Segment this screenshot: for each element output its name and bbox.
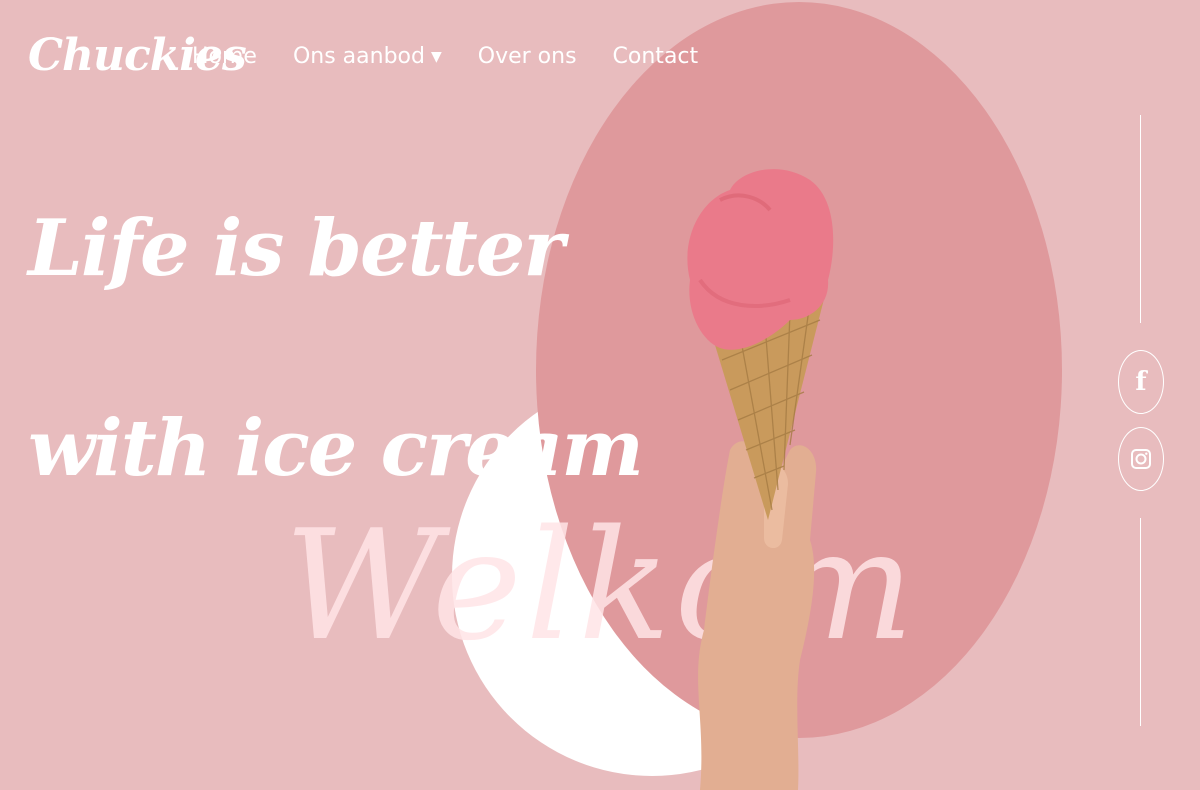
chevron-down-icon: ▼ xyxy=(430,48,442,65)
nav-item-over-ons[interactable]: Over ons xyxy=(478,44,577,69)
social-rail-line-top xyxy=(1140,115,1141,323)
nav-item-ons-aanbod[interactable]: Ons aanbod ▼ xyxy=(293,44,442,69)
facebook-link[interactable]: f xyxy=(1118,350,1164,414)
ice-cream-cone-image xyxy=(687,169,834,790)
nav-item-contact[interactable]: Contact xyxy=(613,44,699,69)
nav-item-home[interactable]: Home xyxy=(192,44,257,69)
page: Welkom Chuckies Home Ons aanbod ▼ Over o… xyxy=(0,0,1200,790)
hand-shape xyxy=(698,441,817,790)
hero-headline-line-2: with ice cream xyxy=(28,403,644,494)
facebook-icon: f xyxy=(1135,367,1147,397)
nav-item-ons-aanbod-label: Ons aanbod xyxy=(292,44,425,69)
social-rail-line-bottom xyxy=(1140,518,1141,726)
instagram-link[interactable] xyxy=(1118,427,1164,491)
instagram-icon xyxy=(1131,449,1151,469)
hero-headline-line-1: Life is better xyxy=(28,203,564,294)
main-nav: Home Ons aanbod ▼ Over ons Contact xyxy=(192,44,698,69)
